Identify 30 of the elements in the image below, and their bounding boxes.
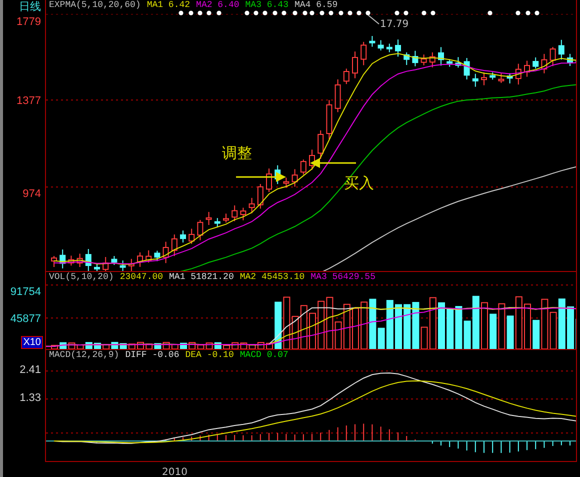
arrow-icon	[236, 172, 286, 182]
arrow-icon	[310, 158, 356, 168]
legend-label: 23047.00	[120, 272, 164, 283]
legend-label: MA2 6.40	[196, 0, 240, 11]
legend-label: VOL(5,10,20)	[49, 272, 114, 283]
legend-label: EXPMA(5,10,20,60)	[49, 0, 141, 11]
axis-label: 1779	[16, 16, 41, 28]
leader-line	[368, 14, 380, 24]
legend-label: MA4 6.59	[294, 0, 338, 11]
price-label: 17.79	[380, 18, 409, 32]
legend-label: MA3 56429.55	[310, 272, 376, 283]
axis-label: 974	[22, 188, 41, 200]
legend-label: MA1 51821.20	[169, 272, 234, 283]
chart-period-label: 日线	[19, 1, 41, 13]
axis-label: 1.33	[20, 392, 41, 404]
date-label: 2010	[162, 466, 188, 477]
legend-label: MACD(12,26,9)	[49, 350, 120, 361]
axis-label: 91754	[10, 286, 41, 298]
legend-label: MA1 6.42	[146, 0, 190, 11]
legend-label: MA3 6.43	[245, 0, 288, 11]
scale-badge: X10	[21, 336, 43, 349]
legend-label: MACD 0.07	[240, 350, 288, 361]
axis-label: 2.41	[20, 364, 41, 376]
legend-label: MA2 45453.10	[240, 272, 305, 283]
annotation-label: 调整	[222, 143, 252, 164]
legend-label: DIFF -0.06	[125, 350, 180, 361]
axis-label: 1377	[16, 95, 41, 107]
annotation-label: 买入	[344, 173, 374, 194]
axis-label: 45877	[10, 313, 41, 325]
legend-label: DEA -0.10	[185, 350, 234, 361]
